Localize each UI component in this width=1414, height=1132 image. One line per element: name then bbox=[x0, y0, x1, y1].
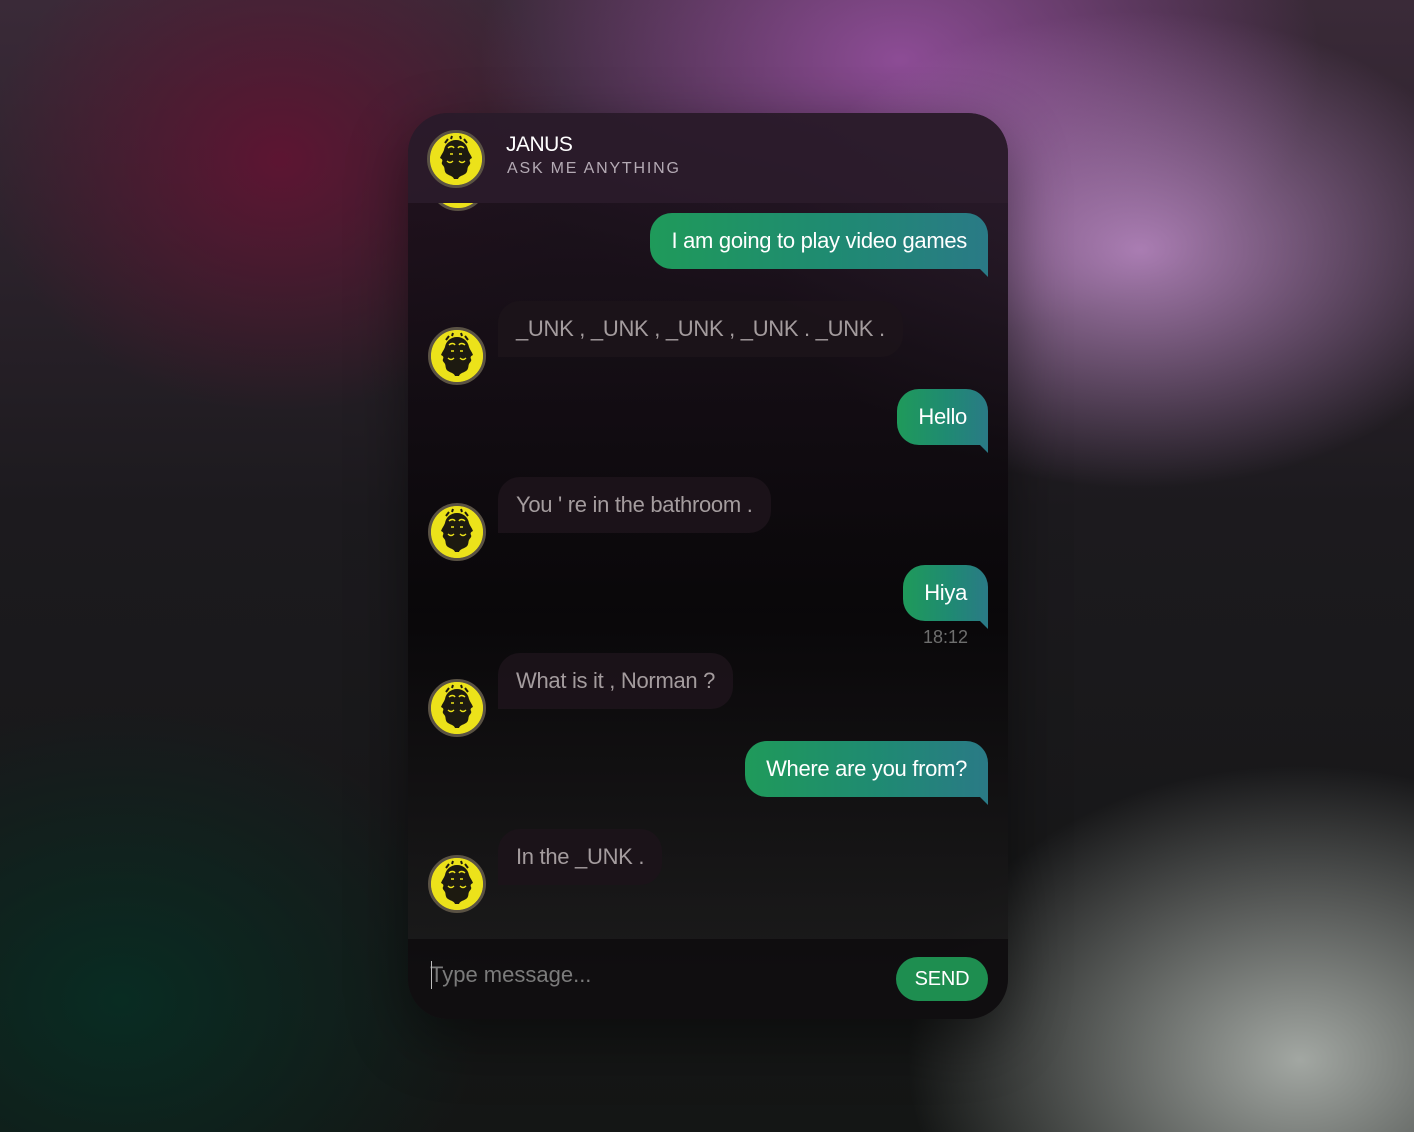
bot-avatar-icon bbox=[428, 679, 486, 737]
user-message: Hello bbox=[897, 389, 988, 453]
bot-avatar-icon bbox=[427, 130, 485, 188]
message-composer: SEND bbox=[408, 939, 1008, 1019]
bot-message: In the _UNK . bbox=[498, 829, 663, 885]
bot-avatar-icon bbox=[428, 855, 486, 913]
chat-header: JANUS ASK ME ANYTHING bbox=[408, 113, 1008, 203]
user-message: Where are you from? bbox=[745, 741, 988, 805]
send-button[interactable]: SEND bbox=[896, 957, 988, 1001]
bot-message: You ' re in the bathroom . bbox=[498, 477, 771, 533]
user-message: I am going to play video games bbox=[650, 213, 988, 277]
bot-avatar-icon bbox=[429, 203, 487, 211]
user-message: Hiya bbox=[903, 565, 988, 629]
bot-message: What is it , Norman ? bbox=[498, 653, 734, 709]
bot-avatar-icon bbox=[428, 327, 486, 385]
bot-name: JANUS bbox=[506, 133, 573, 156]
bot-tagline: ASK ME ANYTHING bbox=[507, 160, 681, 177]
bot-avatar-icon bbox=[428, 503, 486, 561]
message-timestamp: 18:12 bbox=[922, 627, 968, 647]
chat-window: JANUS ASK ME ANYTHING I am going to play… bbox=[408, 113, 1008, 1019]
message-input[interactable] bbox=[430, 955, 870, 995]
message-list[interactable]: I am going to play video games _UNK , _U… bbox=[408, 203, 1008, 939]
text-cursor bbox=[431, 961, 432, 989]
bot-message: _UNK , _UNK , _UNK , _UNK . _UNK . bbox=[498, 301, 903, 357]
